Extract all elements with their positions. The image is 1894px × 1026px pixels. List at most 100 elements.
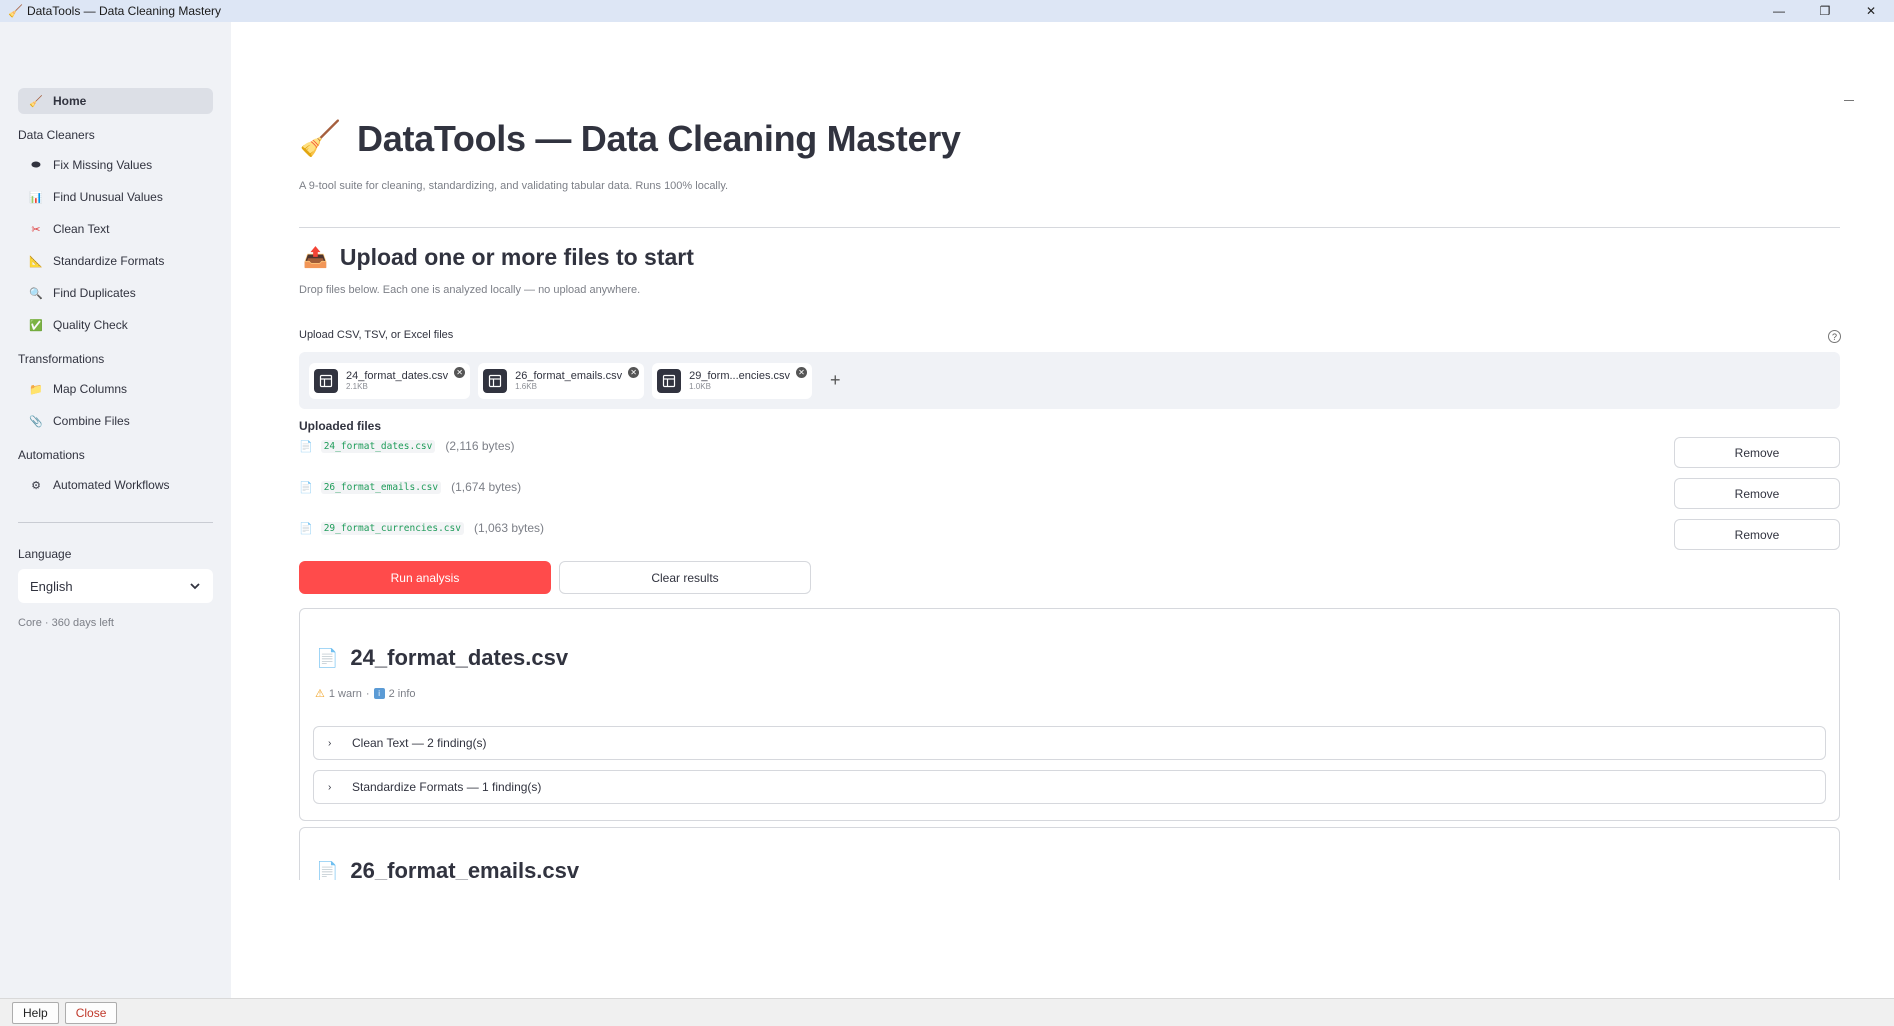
scissors-icon: ✂ <box>31 223 41 236</box>
restore-button[interactable]: ❐ <box>1802 0 1848 22</box>
sidebar-item-automated-workflows[interactable]: ⚙ Automated Workflows <box>18 472 213 498</box>
upload-section-title-text: Upload one or more files to start <box>339 244 694 270</box>
info-count: 2 info <box>388 687 416 700</box>
findings-expander-clean-text[interactable]: › Clean Text — 2 finding(s) <box>313 726 1826 760</box>
window-title: DataTools — Data Cleaning Mastery <box>26 4 222 18</box>
remove-chip-icon[interactable]: ✕ <box>628 366 640 378</box>
language-label: Language <box>18 547 72 561</box>
sidebar-item-find-duplicates[interactable]: 🔍 Find Duplicates <box>18 280 213 306</box>
sidebar-item-home[interactable]: 🧹 Home <box>18 88 213 114</box>
result-file-name: 24_format_dates.csv <box>350 645 569 670</box>
help-button[interactable]: Help <box>12 1001 59 1024</box>
chevron-right-icon: › <box>328 781 332 793</box>
check-box-icon: ✅ <box>29 319 43 332</box>
scroll-clip <box>231 880 1894 998</box>
remove-chip-icon[interactable]: ✕ <box>454 366 466 378</box>
close-window-button[interactable]: ✕ <box>1848 0 1894 22</box>
chip-file-size: 1.6KB <box>515 381 537 391</box>
broom-icon: 🧹 <box>299 120 342 158</box>
uploaded-file-bytes: (1,063 bytes) <box>473 521 545 535</box>
sidebar-item-combine-files[interactable]: 📎 Combine Files <box>18 408 213 434</box>
folder-icon: 📁 <box>29 383 43 396</box>
sidebar-item-fix-missing-values[interactable]: ⬬ Fix Missing Values <box>18 152 213 178</box>
file-dropzone[interactable]: 24_format_dates.csv 2.1KB ✕ 26_format_em… <box>299 352 1840 409</box>
help-icon[interactable]: ? <box>1828 330 1841 343</box>
language-value: English <box>30 578 73 594</box>
findings-expander-standardize-formats[interactable]: › Standardize Formats — 1 finding(s) <box>313 770 1826 804</box>
table-file-icon <box>657 368 682 393</box>
magnifier-icon: 🔍 <box>29 287 43 300</box>
remove-file-button[interactable]: Remove <box>1674 478 1840 509</box>
document-icon: 📄 <box>299 440 313 453</box>
chip-file-name: 26_format_emails.csv <box>515 369 623 382</box>
uploaded-file-row: 📄 26_format_emails.csv (1,674 bytes) <box>299 480 521 494</box>
sidebar-item-standardize-formats[interactable]: 📐 Standardize Formats <box>18 248 213 274</box>
uploaded-file-row: 📄 29_format_currencies.csv (1,063 bytes) <box>299 521 544 535</box>
uploaded-file-name: 26_format_emails.csv <box>320 480 442 494</box>
gear-icon: ⚙ <box>31 479 41 492</box>
clear-results-button[interactable]: Clear results <box>559 561 811 594</box>
remove-file-button[interactable]: Remove <box>1674 519 1840 550</box>
collapse-icon[interactable] <box>1844 100 1854 101</box>
file-chip: 26_format_emails.csv 1.6KB ✕ <box>478 362 645 399</box>
outbox-tray-icon: 📤 <box>303 247 328 269</box>
hole-icon: ⬬ <box>31 158 41 171</box>
expander-label: Standardize Formats — 1 finding(s) <box>352 780 542 794</box>
file-chip: 29_form...encies.csv 1.0KB ✕ <box>652 362 812 399</box>
result-card: 📄 24_format_dates.csv ⚠ 1 warn · i 2 inf… <box>299 608 1840 821</box>
sidebar-item-label: Find Unusual Values <box>53 190 163 204</box>
document-icon: 📄 <box>316 860 339 881</box>
broom-icon: 🧹 <box>8 4 23 18</box>
run-analysis-button[interactable]: Run analysis <box>299 561 551 594</box>
add-file-icon[interactable]: + <box>830 370 841 391</box>
file-chip: 24_format_dates.csv 2.1KB ✕ <box>309 362 471 399</box>
upload-section-subtitle: Drop files below. Each one is analyzed l… <box>299 284 641 296</box>
chip-file-size: 1.0KB <box>689 381 711 391</box>
bottom-bar: Help Close <box>0 998 1894 1026</box>
sidebar-item-label: Combine Files <box>53 414 130 428</box>
document-icon: 📄 <box>316 647 339 668</box>
summary-separator: · <box>365 687 370 700</box>
sidebar: 🧹 Home Data Cleaners ⬬ Fix Missing Value… <box>0 22 231 998</box>
sidebar-item-label: Map Columns <box>53 382 128 396</box>
sidebar-item-clean-text[interactable]: ✂ Clean Text <box>18 216 213 242</box>
sidebar-item-map-columns[interactable]: 📁 Map Columns <box>18 376 213 402</box>
chevron-right-icon: › <box>328 737 332 749</box>
plan-status: Core · 360 days left <box>18 617 114 629</box>
chip-file-name: 24_format_dates.csv <box>346 369 449 382</box>
language-select[interactable]: English <box>18 569 213 603</box>
result-summary: ⚠ 1 warn · i 2 info <box>315 687 416 701</box>
remove-file-button[interactable]: Remove <box>1674 437 1840 468</box>
sidebar-section-title: Automations <box>18 448 85 462</box>
page-title-text: DataTools — Data Cleaning Mastery <box>357 118 961 159</box>
uploader-label: Upload CSV, TSV, or Excel files <box>299 329 454 341</box>
uploaded-file-row: 📄 24_format_dates.csv (2,116 bytes) <box>299 439 515 453</box>
chevron-down-icon <box>190 583 200 590</box>
expander-label: Clean Text — 2 finding(s) <box>352 736 487 750</box>
main-content: 🧹 DataTools — Data Cleaning Mastery A 9-… <box>231 22 1894 998</box>
close-button[interactable]: Close <box>64 1001 118 1024</box>
result-file-title: 📄 24_format_dates.csv <box>316 645 568 671</box>
sidebar-item-label: Standardize Formats <box>53 254 165 268</box>
document-icon: 📄 <box>299 481 313 494</box>
sidebar-item-label: Automated Workflows <box>53 478 170 492</box>
sidebar-item-label: Fix Missing Values <box>53 158 153 172</box>
uploaded-files-title: Uploaded files <box>299 419 382 433</box>
sidebar-item-find-unusual-values[interactable]: 📊 Find Unusual Values <box>18 184 213 210</box>
minimize-button[interactable]: — <box>1756 0 1802 22</box>
uploaded-file-bytes: (1,674 bytes) <box>451 480 522 494</box>
sidebar-item-quality-check[interactable]: ✅ Quality Check <box>18 312 213 338</box>
paperclip-icon: 📎 <box>29 415 43 428</box>
sidebar-item-label: Find Duplicates <box>53 286 136 300</box>
chip-file-name: 29_form...encies.csv <box>689 369 790 382</box>
window-titlebar: 🧹 DataTools — Data Cleaning Mastery — ❐ … <box>0 0 1894 22</box>
sidebar-item-label: Home <box>53 94 87 108</box>
remove-chip-icon[interactable]: ✕ <box>796 366 807 378</box>
warn-count: 1 warn <box>328 687 362 700</box>
bar-chart-icon: 📊 <box>29 191 43 204</box>
chip-file-size: 2.1KB <box>346 381 368 391</box>
page-subtitle: A 9-tool suite for cleaning, standardizi… <box>299 180 729 192</box>
table-file-icon <box>314 368 338 393</box>
page-title: 🧹 DataTools — Data Cleaning Mastery <box>299 118 961 160</box>
sidebar-section-title: Data Cleaners <box>18 128 95 142</box>
